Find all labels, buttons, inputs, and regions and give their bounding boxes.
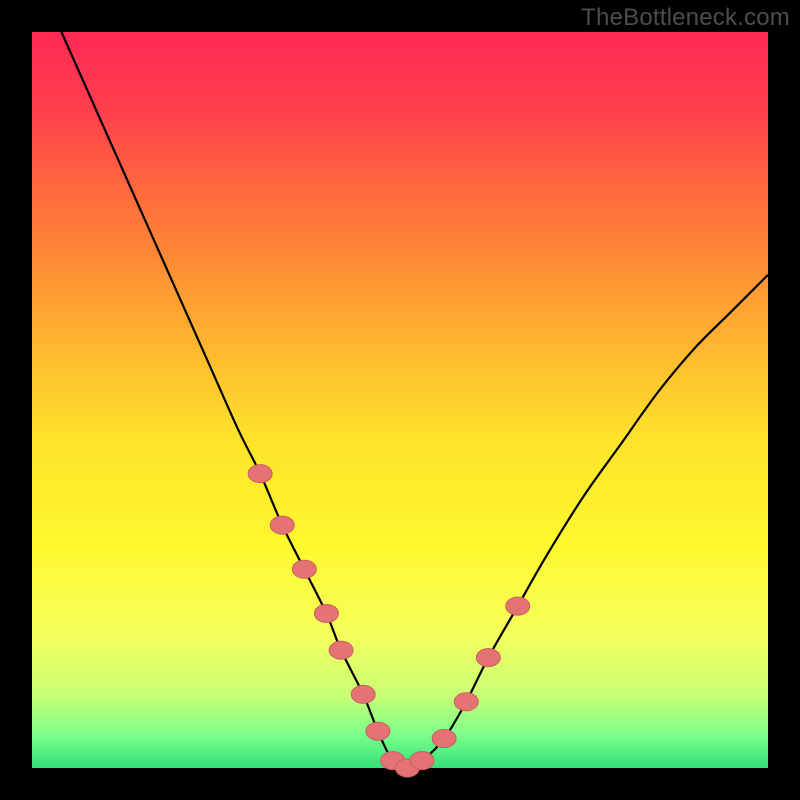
- curve-marker: [454, 693, 478, 711]
- curve-marker: [432, 730, 456, 748]
- curve-marker: [292, 560, 316, 578]
- curve-marker: [329, 641, 353, 659]
- curve-marker: [506, 597, 530, 615]
- chart-stage: TheBottleneck.com: [0, 0, 800, 800]
- curve-marker: [351, 685, 375, 703]
- curve-marker: [314, 604, 338, 622]
- attribution-label: TheBottleneck.com: [581, 4, 790, 32]
- curve-marker: [410, 752, 434, 770]
- bottleneck-chart: [0, 0, 800, 800]
- curve-marker: [366, 722, 390, 740]
- plot-background: [32, 32, 768, 768]
- curve-marker: [476, 649, 500, 667]
- curve-marker: [248, 465, 272, 483]
- curve-marker: [270, 516, 294, 534]
